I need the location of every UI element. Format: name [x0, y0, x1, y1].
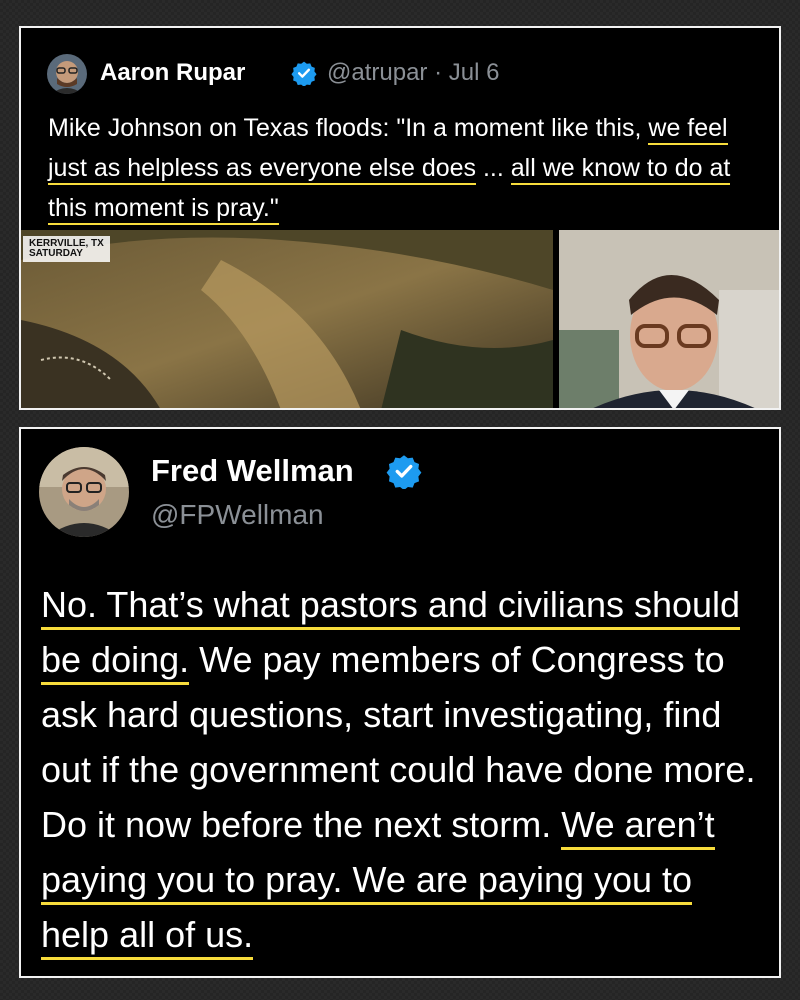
chyron-line: SATURDAY: [29, 248, 83, 259]
mike-johnson-image[interactable]: [559, 230, 779, 408]
location-chyron: KERRVILLE, TX SATURDAY: [23, 236, 110, 262]
tweet-text: Mike Johnson on Texas floods: "In a mome…: [48, 108, 768, 228]
author-name[interactable]: Fred Wellman: [151, 453, 354, 489]
tweet-text-part: ...: [476, 154, 511, 182]
author-name[interactable]: Aaron Rupar: [100, 59, 245, 87]
tweet-card-fred-wellman[interactable]: Fred Wellman @FPWellman No. That’s what …: [19, 427, 781, 978]
tweet-text: No. That’s what pastors and civilians sh…: [41, 577, 766, 962]
flood-aerial-image[interactable]: KERRVILLE, TX SATURDAY: [21, 230, 553, 408]
author-handle[interactable]: @FPWellman: [151, 499, 324, 531]
avatar-aaron-rupar[interactable]: [47, 54, 87, 94]
verified-badge-icon: [291, 60, 317, 91]
tweet-text-part: Mike Johnson on Texas floods: "In a mome…: [48, 114, 649, 142]
avatar-fred-wellman[interactable]: [39, 447, 129, 537]
author-handle-date[interactable]: @atrupar · Jul 6: [327, 59, 499, 87]
verified-badge-icon: [386, 453, 422, 494]
tweet-card-aaron-rupar[interactable]: Aaron Rupar @atrupar · Jul 6 Mike Johnso…: [19, 26, 781, 410]
